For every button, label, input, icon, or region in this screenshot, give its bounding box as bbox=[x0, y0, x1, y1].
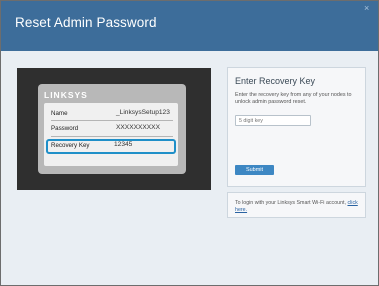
label-info-table: Name _LinksysSetup123 Password XXXXXXXXX… bbox=[44, 103, 178, 166]
panel-description: Enter the recovery key from any of your … bbox=[235, 92, 352, 105]
label-row-password: Password XXXXXXXXXX bbox=[44, 122, 178, 136]
label-key: Name bbox=[51, 110, 68, 117]
login-hint: To login with your Linksys Smart Wi-Fi a… bbox=[235, 200, 363, 213]
dialog-header: Reset Admin Password × bbox=[1, 1, 378, 51]
label-value: _LinksysSetup123 bbox=[116, 109, 170, 116]
device-label-plate: LINKSYS Name _LinksysSetup123 Password X… bbox=[38, 84, 186, 174]
reset-password-dialog: Reset Admin Password × LINKSYS Name _Lin… bbox=[0, 0, 379, 286]
label-value: 12345 bbox=[114, 141, 133, 148]
submit-button[interactable]: Submit bbox=[235, 165, 274, 175]
label-row-name: Name _LinksysSetup123 bbox=[44, 107, 178, 121]
recovery-key-input[interactable] bbox=[235, 115, 311, 126]
linksys-logo: LINKSYS bbox=[44, 90, 88, 100]
row-divider bbox=[51, 136, 173, 137]
smart-wifi-login-panel: To login with your Linksys Smart Wi-Fi a… bbox=[227, 192, 366, 218]
device-label-illustration: LINKSYS Name _LinksysSetup123 Password X… bbox=[17, 68, 211, 190]
dialog-title: Reset Admin Password bbox=[15, 15, 157, 30]
login-hint-text: To login with your Linksys Smart Wi-Fi a… bbox=[235, 200, 346, 206]
label-key: Password bbox=[51, 125, 79, 132]
recovery-key-panel: Enter Recovery Key Enter the recovery ke… bbox=[227, 67, 366, 187]
close-icon[interactable]: × bbox=[364, 4, 369, 13]
label-row-recovery-key: Recovery Key 12345 bbox=[46, 139, 176, 154]
panel-title: Enter Recovery Key bbox=[235, 76, 316, 86]
label-value: XXXXXXXXXX bbox=[116, 124, 160, 131]
label-key: Recovery Key bbox=[51, 142, 90, 149]
row-divider bbox=[51, 120, 173, 121]
